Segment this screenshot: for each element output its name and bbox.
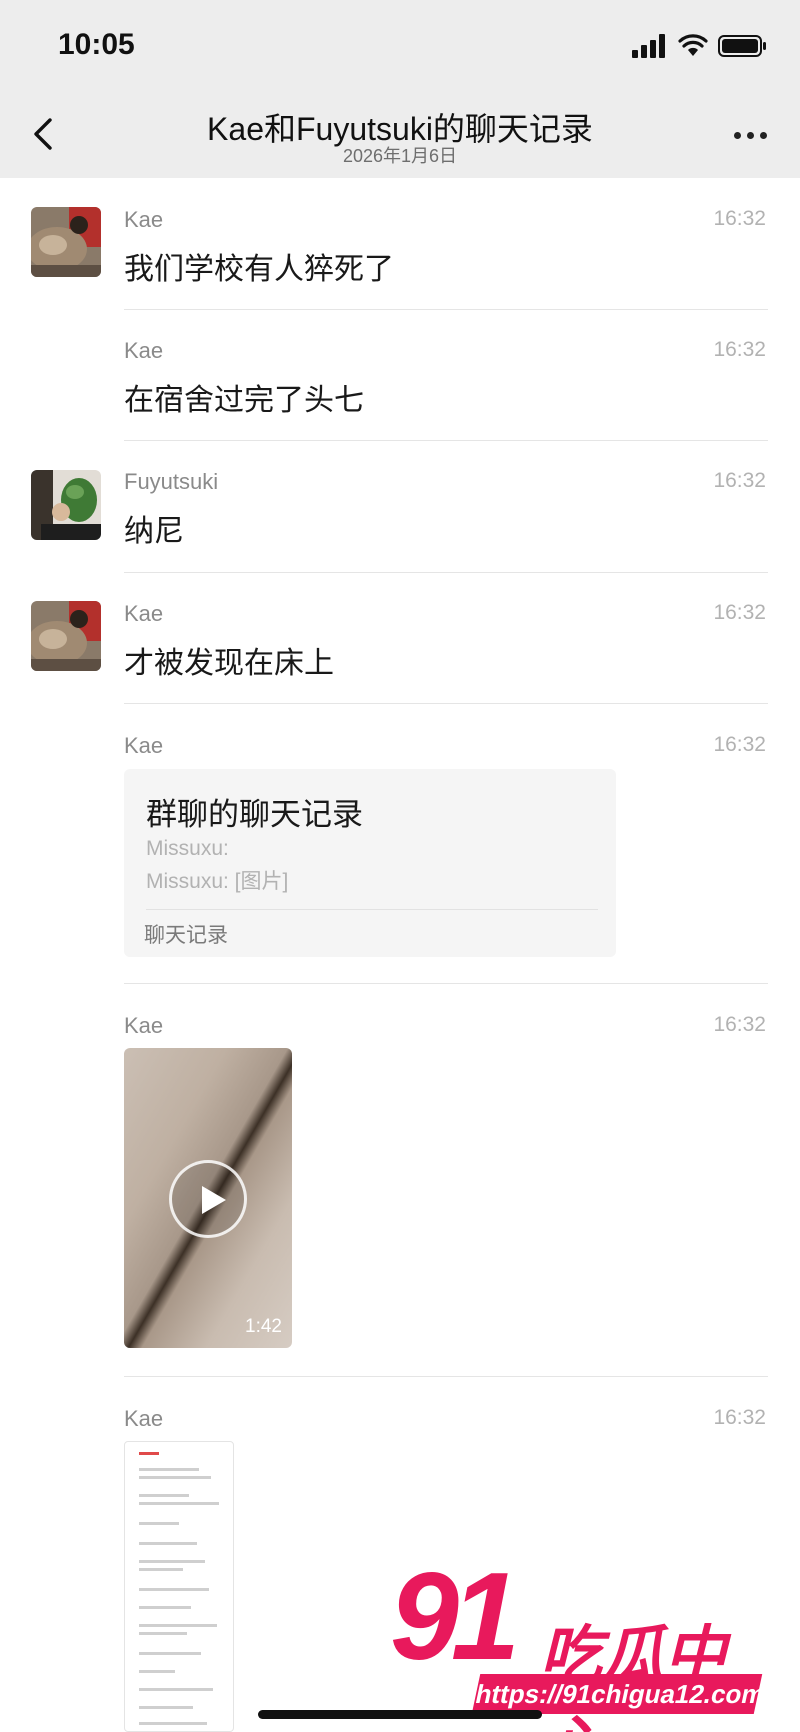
back-chevron-icon[interactable] <box>24 112 64 156</box>
doc-line <box>139 1494 189 1497</box>
home-indicator <box>258 1710 542 1719</box>
doc-line <box>139 1542 197 1545</box>
doc-line <box>139 1624 217 1627</box>
sender-name: Kae <box>124 601 164 626</box>
battery-icon <box>718 35 766 57</box>
avatar-fuyutsuki[interactable] <box>31 470 101 540</box>
doc-line <box>139 1722 207 1725</box>
doc-line <box>139 1632 187 1635</box>
doc-line <box>139 1452 159 1455</box>
chat-record-card[interactable]: 群聊的聊天记录 Missuxu: Missuxu: [图片] 聊天记录 <box>124 769 616 957</box>
card-title: 群聊的聊天记录 <box>146 797 363 832</box>
sender-name: Kae <box>124 1013 164 1038</box>
card-preview-line: Missuxu: [图片] <box>146 870 289 893</box>
doc-line <box>139 1606 191 1609</box>
sender-name: Kae <box>124 207 164 232</box>
card-divider <box>146 909 598 910</box>
divider <box>124 440 768 441</box>
message-time: 16:32 <box>713 1013 766 1036</box>
more-options-icon[interactable] <box>724 120 776 150</box>
sender-name: Kae <box>124 733 164 758</box>
watermark-logo: 91 吃瓜中心 https://91chigua12.com <box>390 1548 782 1732</box>
status-icons <box>632 34 768 58</box>
divider <box>124 1376 768 1377</box>
doc-line <box>139 1670 175 1673</box>
doc-line <box>139 1568 183 1571</box>
doc-line <box>139 1522 179 1525</box>
card-preview-line: Missuxu: <box>146 837 229 860</box>
watermark-url: https://91chigua12.com <box>471 1674 768 1714</box>
play-icon[interactable] <box>169 1160 247 1238</box>
sender-name: Fuyutsuki <box>124 469 219 494</box>
message-time: 16:32 <box>713 338 766 361</box>
divider <box>124 309 768 310</box>
avatar-kae[interactable] <box>31 207 101 277</box>
sender-name: Kae <box>124 338 164 363</box>
message-text: 才被发现在床上 <box>124 647 334 680</box>
card-footer: 聊天记录 <box>144 924 228 947</box>
sender-name: Kae <box>124 1406 164 1431</box>
signal-icon <box>632 34 665 58</box>
divider <box>124 983 768 984</box>
video-thumbnail[interactable]: 1:42 <box>124 1048 292 1348</box>
wifi-icon <box>678 34 708 56</box>
doc-line <box>139 1588 209 1591</box>
message-time: 16:32 <box>713 601 766 624</box>
doc-line <box>139 1688 213 1691</box>
doc-line <box>139 1706 193 1709</box>
image-thumbnail[interactable] <box>124 1441 234 1732</box>
page-subtitle-date: 2026年1月6日 <box>342 146 458 166</box>
doc-line <box>139 1476 211 1479</box>
doc-line <box>139 1560 205 1563</box>
divider <box>124 703 768 704</box>
doc-line <box>139 1652 201 1655</box>
top-bar: 10:05 Kae和Fuyutsuki的聊天记录 2026年1月6日 <box>0 0 800 178</box>
message-text: 纳尼 <box>124 515 184 548</box>
avatar-kae[interactable] <box>31 601 101 671</box>
video-duration: 1:42 <box>245 1316 282 1337</box>
doc-line <box>139 1468 199 1471</box>
message-text: 我们学校有人猝死了 <box>124 253 394 286</box>
doc-line <box>139 1502 219 1505</box>
message-time: 16:32 <box>713 733 766 756</box>
watermark-number: 91 <box>390 1548 520 1686</box>
divider <box>124 572 768 573</box>
message-text: 在宿舍过完了头七 <box>124 384 364 417</box>
message-time: 16:32 <box>713 1406 766 1429</box>
status-time: 10:05 <box>58 28 135 61</box>
message-time: 16:32 <box>713 469 766 492</box>
message-time: 16:32 <box>713 207 766 230</box>
